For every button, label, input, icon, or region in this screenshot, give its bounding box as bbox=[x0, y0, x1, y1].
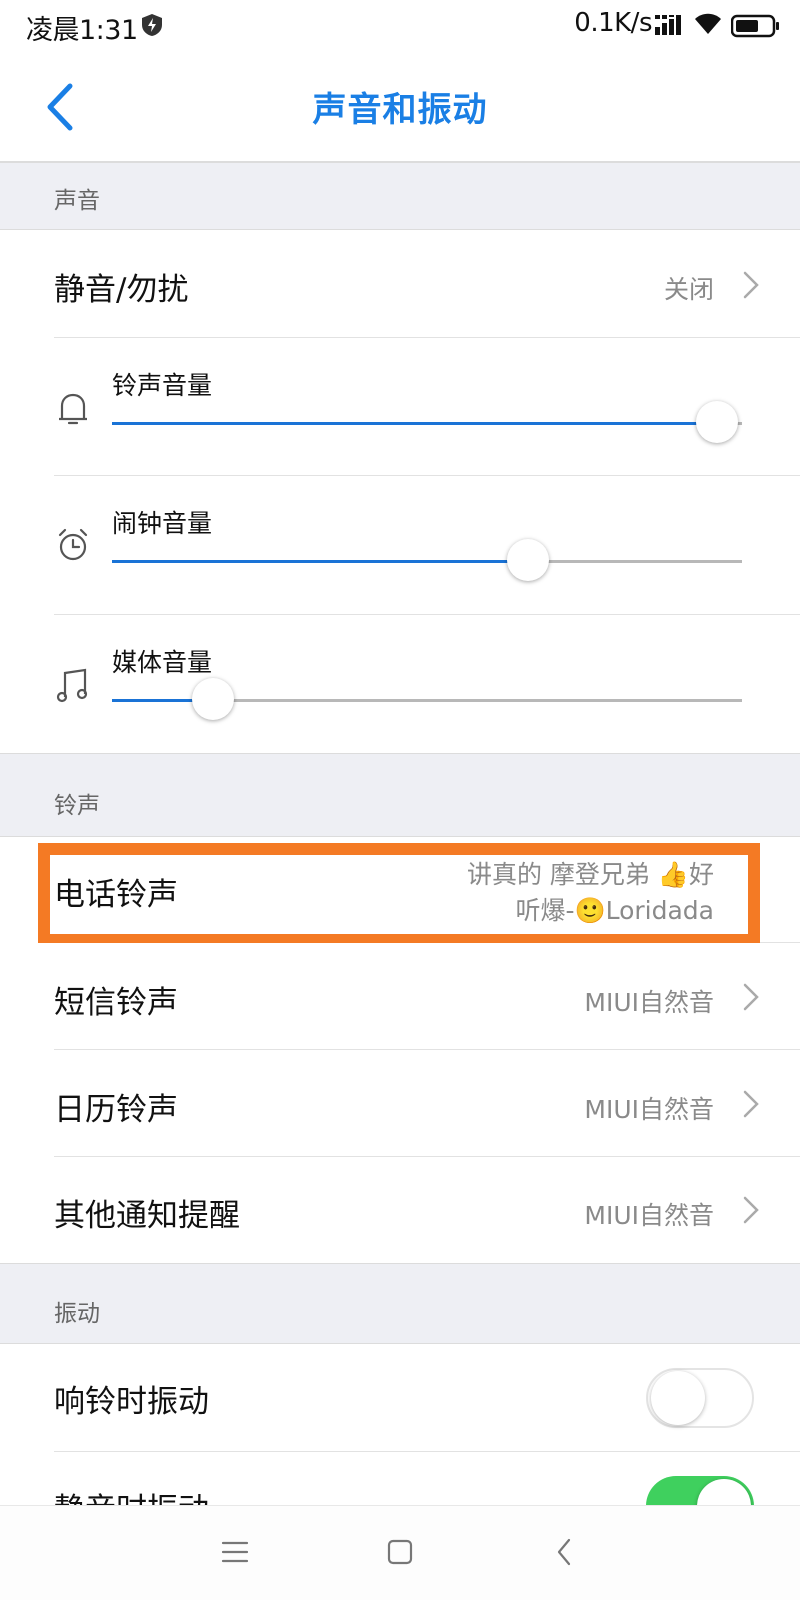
phone-ringtone-value: 讲真的 摩登兄弟 👍好 听爆-🙂Loridada bbox=[414, 857, 714, 929]
vibrate-on-silent-label: 静音时振动 bbox=[54, 1484, 209, 1505]
dnd-value: 关闭 bbox=[663, 275, 714, 304]
battery-icon bbox=[731, 14, 779, 38]
ring-volume-label: 铃声音量 bbox=[112, 371, 213, 400]
slider-fill bbox=[112, 422, 717, 425]
toggle-knob bbox=[651, 1371, 705, 1425]
toggle-knob bbox=[697, 1479, 751, 1505]
other-notification-row[interactable]: 其他通知提醒 MIUI自然音 bbox=[0, 1157, 800, 1263]
home-icon[interactable] bbox=[378, 1530, 422, 1574]
chevron-right-icon bbox=[743, 271, 759, 299]
vibrate-on-ring-toggle[interactable] bbox=[646, 1368, 754, 1428]
wifi-icon bbox=[695, 13, 721, 34]
dnd-row[interactable]: 静音/勿扰 关闭 bbox=[0, 230, 800, 338]
section-label-vibration: 振动 bbox=[54, 1301, 100, 1327]
alarm-volume-row: 闹钟音量 bbox=[0, 476, 800, 615]
slider-thumb[interactable] bbox=[696, 401, 738, 443]
media-volume-row: 媒体音量 bbox=[0, 615, 800, 753]
alarm-clock-icon bbox=[58, 528, 88, 561]
vibrate-on-silent-row: 静音时振动 bbox=[0, 1452, 800, 1505]
navigation-bar bbox=[0, 1505, 800, 1600]
slider-thumb[interactable] bbox=[192, 678, 234, 720]
bell-icon bbox=[59, 393, 87, 425]
ring-volume-slider[interactable] bbox=[112, 401, 742, 443]
status-time: 凌晨1:31 bbox=[26, 15, 138, 46]
other-notification-value: MIUI自然音 bbox=[584, 1201, 714, 1230]
music-note-icon bbox=[56, 668, 88, 703]
calendar-ringtone-label: 日历铃声 bbox=[54, 1092, 178, 1128]
section-header-sound: 声音 bbox=[0, 162, 800, 230]
vibrate-on-ring-label: 响铃时振动 bbox=[54, 1384, 209, 1420]
sms-ringtone-value: MIUI自然音 bbox=[584, 988, 714, 1017]
sms-ringtone-label: 短信铃声 bbox=[54, 985, 178, 1021]
slider-thumb[interactable] bbox=[507, 539, 549, 581]
shield-icon bbox=[142, 14, 162, 36]
title-bar: 声音和振动 bbox=[0, 52, 800, 162]
section-label-ringtone: 铃声 bbox=[54, 793, 100, 819]
section-header-ringtone: 铃声 bbox=[0, 753, 800, 837]
calendar-ringtone-value: MIUI自然音 bbox=[584, 1095, 714, 1124]
media-volume-label: 媒体音量 bbox=[112, 648, 213, 677]
phone-ringtone-label: 电话铃声 bbox=[54, 877, 178, 913]
back-icon[interactable] bbox=[543, 1530, 587, 1574]
menu-icon[interactable] bbox=[213, 1530, 257, 1574]
page-title: 声音和振动 bbox=[312, 90, 488, 130]
status-bar: 凌晨1:31 0.1K/s bbox=[0, 0, 800, 52]
sms-ringtone-row[interactable]: 短信铃声 MIUI自然音 bbox=[0, 943, 800, 1050]
section-header-vibration: 振动 bbox=[0, 1263, 800, 1344]
alarm-volume-slider[interactable] bbox=[112, 539, 742, 581]
phone-ringtone-value-line1: 讲真的 摩登兄弟 👍好 bbox=[466, 860, 714, 889]
ring-volume-row: 铃声音量 bbox=[0, 338, 800, 476]
vibrate-on-ring-row: 响铃时振动 bbox=[0, 1344, 800, 1452]
dnd-label: 静音/勿扰 bbox=[54, 272, 189, 308]
other-notification-label: 其他通知提醒 bbox=[54, 1198, 240, 1234]
section-label-sound: 声音 bbox=[54, 188, 100, 214]
calendar-ringtone-row[interactable]: 日历铃声 MIUI自然音 bbox=[0, 1050, 800, 1157]
slider-fill bbox=[112, 560, 528, 563]
alarm-volume-label: 闹钟音量 bbox=[112, 509, 213, 538]
chevron-right-icon bbox=[743, 1090, 759, 1118]
phone-ringtone-value-line2: 听爆-🙂Loridada bbox=[515, 896, 714, 925]
media-volume-slider[interactable] bbox=[112, 678, 742, 720]
chevron-right-icon bbox=[743, 983, 759, 1011]
signal-icon bbox=[655, 15, 681, 35]
vibrate-on-silent-toggle[interactable] bbox=[646, 1476, 754, 1505]
chevron-right-icon bbox=[743, 1196, 759, 1224]
network-speed: 0.1K/s bbox=[574, 8, 652, 38]
